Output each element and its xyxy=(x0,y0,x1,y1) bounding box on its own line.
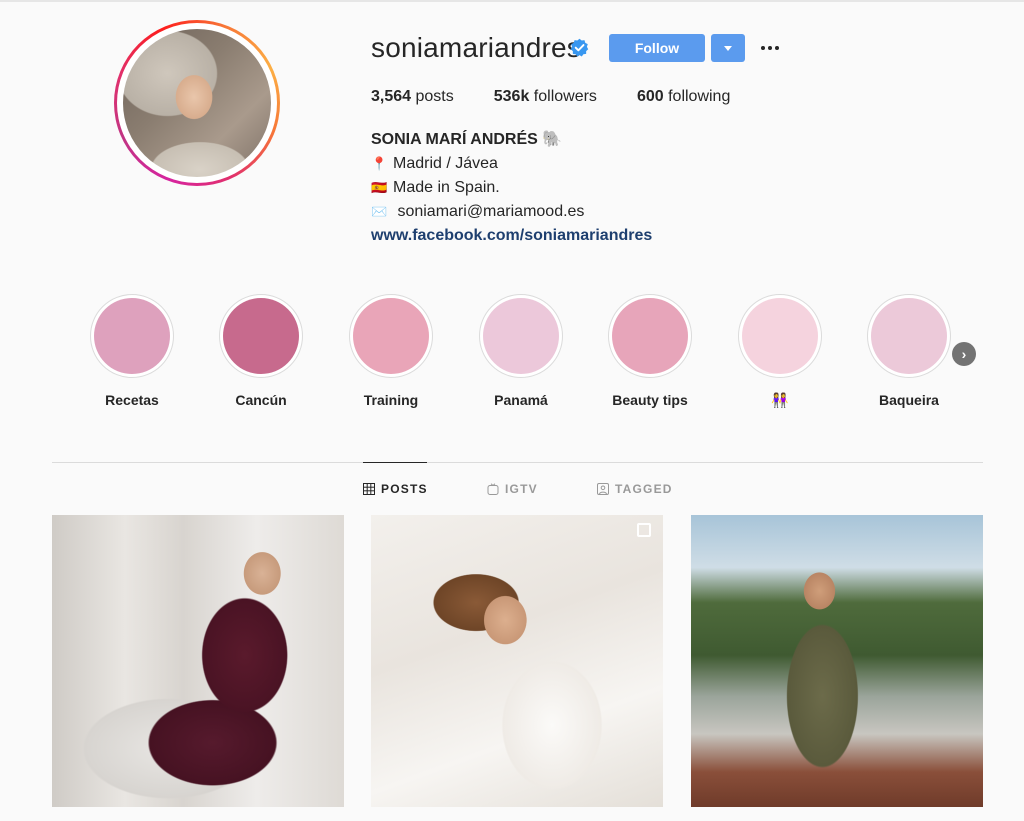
full-name: SONIA MARÍ ANDRÉS 🐘 xyxy=(371,131,563,148)
more-options-icon[interactable] xyxy=(758,38,782,58)
highlight-label: Beauty tips xyxy=(612,392,688,408)
tagged-icon xyxy=(597,483,609,495)
chevron-down-icon xyxy=(724,45,732,51)
highlight-label: Cancún xyxy=(235,392,287,408)
highlight-label: Training xyxy=(363,392,419,408)
highlight-label: 👭 xyxy=(771,392,789,408)
tab-tagged[interactable]: TAGGED xyxy=(597,482,673,496)
top-border xyxy=(0,0,1024,2)
highlight-item[interactable]: Training xyxy=(326,294,456,408)
highlight-item[interactable]: 👭 xyxy=(715,294,845,409)
tabs-divider xyxy=(52,462,983,463)
post-thumbnail[interactable] xyxy=(52,515,344,807)
highlight-cover xyxy=(94,298,170,374)
highlight-label: Panamá xyxy=(494,392,548,408)
highlight-cover xyxy=(871,298,947,374)
profile-stats: 3,564 posts 536k followers 600 following xyxy=(371,88,770,106)
mail-icon: ✉️ xyxy=(371,204,388,219)
highlight-label: Recetas xyxy=(105,392,159,408)
highlight-cover xyxy=(353,298,429,374)
bio-origin-line: 🇪🇸 Made in Spain. xyxy=(371,176,652,200)
highlight-item[interactable]: Cancún xyxy=(196,294,326,408)
avatar-photo xyxy=(123,29,271,177)
tab-igtv[interactable]: IGTV xyxy=(487,482,538,496)
highlight-item[interactable]: Beauty tips xyxy=(585,294,715,408)
posts-stat: 3,564 posts xyxy=(371,88,454,105)
carousel-icon xyxy=(637,523,651,537)
highlight-cover xyxy=(742,298,818,374)
spain-flag-icon: 🇪🇸 xyxy=(371,180,388,195)
highlight-label: Baqueira xyxy=(879,392,939,408)
verified-badge-icon xyxy=(570,38,589,57)
chevron-right-icon[interactable]: › xyxy=(952,342,976,366)
post-thumbnail[interactable] xyxy=(691,515,983,807)
profile-avatar[interactable] xyxy=(114,20,280,186)
suggested-dropdown-button[interactable] xyxy=(711,34,745,62)
highlight-cover xyxy=(483,298,559,374)
follow-button[interactable]: Follow xyxy=(609,34,705,62)
profile-bio: SONIA MARÍ ANDRÉS 🐘 📍 Madrid / Jávea 🇪🇸 Ma… xyxy=(371,128,652,248)
post-thumbnail[interactable] xyxy=(371,515,663,807)
username: soniamariandres xyxy=(371,32,581,63)
bio-email-line: ✉️ soniamari@mariamood.es xyxy=(371,200,652,224)
igtv-icon xyxy=(487,483,499,495)
highlight-item[interactable]: Recetas xyxy=(67,294,197,408)
bio-external-link[interactable]: www.facebook.com/soniamariandres xyxy=(371,224,652,248)
highlight-cover xyxy=(223,298,299,374)
highlight-item[interactable]: Panamá xyxy=(456,294,586,408)
active-tab-indicator xyxy=(363,462,427,463)
bio-location-line: 📍 Madrid / Jávea xyxy=(371,152,652,176)
tab-posts[interactable]: POSTS xyxy=(363,482,428,496)
following-stat[interactable]: 600 following xyxy=(637,88,730,106)
followers-stat[interactable]: 536k followers xyxy=(494,88,597,106)
pin-icon: 📍 xyxy=(371,156,388,171)
grid-icon xyxy=(363,483,375,495)
story-highlights: Recetas Cancún Training Panamá Beauty ti… xyxy=(67,294,967,414)
highlight-cover xyxy=(612,298,688,374)
